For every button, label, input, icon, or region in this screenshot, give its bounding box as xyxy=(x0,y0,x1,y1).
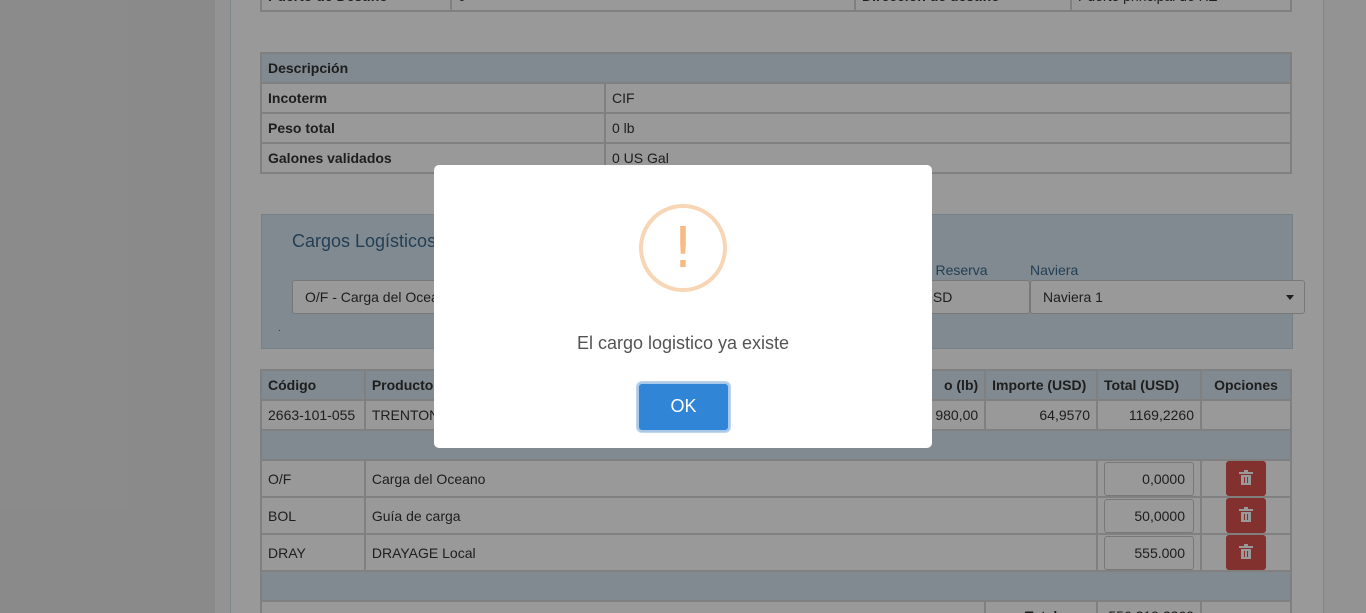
ok-button[interactable]: OK xyxy=(637,382,730,432)
alert-message: El cargo logistico ya existe xyxy=(576,333,790,353)
alert-dialog: ! El cargo logistico ya existe OK xyxy=(434,165,932,448)
exclamation-icon: ! xyxy=(671,216,695,281)
warning-icon: ! xyxy=(639,204,727,292)
